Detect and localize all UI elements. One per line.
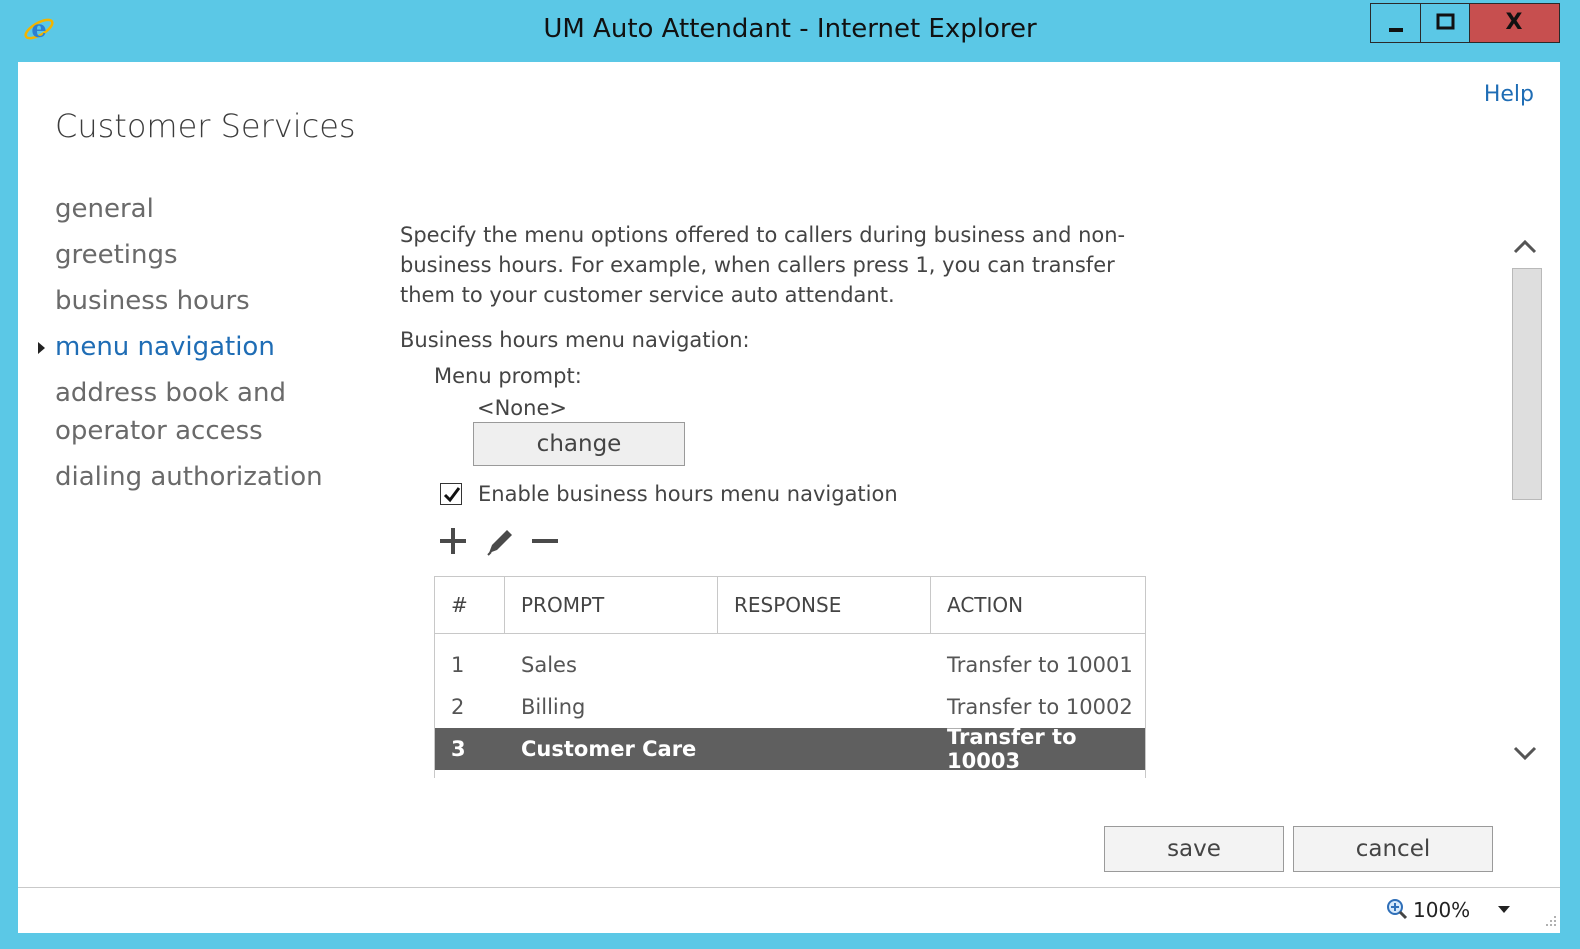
caret-down-icon bbox=[1498, 906, 1510, 913]
cancel-button[interactable]: cancel bbox=[1293, 826, 1493, 872]
cell-action: Transfer to 10003 bbox=[947, 725, 1077, 773]
column-header-prompt[interactable]: PROMPT bbox=[505, 577, 718, 633]
cell-number: 3 bbox=[451, 737, 466, 761]
nav-item-menu-navigation[interactable]: menu navigation bbox=[38, 328, 375, 366]
maximize-icon bbox=[1436, 13, 1455, 30]
close-button[interactable]: X bbox=[1470, 3, 1560, 43]
menu-prompt-value: <None> bbox=[477, 396, 567, 420]
enable-navigation-label: Enable business hours menu navigation bbox=[478, 482, 898, 506]
table-body: 1 Sales Transfer to 10001 2 Billing Tran… bbox=[435, 634, 1145, 773]
minimize-button[interactable] bbox=[1370, 3, 1420, 43]
scrollbar-thumb[interactable] bbox=[1512, 268, 1542, 500]
pencil-icon bbox=[487, 530, 512, 556]
table-header: # PROMPT RESPONSE ACTION bbox=[435, 577, 1145, 634]
nav-item-dialing-authorization[interactable]: dialing authorization bbox=[55, 458, 375, 496]
minus-icon bbox=[532, 539, 558, 543]
enable-navigation-row: Enable business hours menu navigation bbox=[440, 482, 1160, 506]
grid-toolbar bbox=[438, 524, 1160, 558]
column-header-number[interactable]: # bbox=[435, 577, 505, 633]
zoom-magnifier-icon bbox=[1387, 899, 1408, 920]
help-link[interactable]: Help bbox=[1484, 82, 1534, 107]
cell-prompt: Customer Care bbox=[521, 737, 697, 761]
checkmark-icon bbox=[443, 487, 461, 503]
page-title: Customer Services bbox=[55, 107, 356, 145]
cell-action: Transfer to 10001 bbox=[947, 653, 1133, 677]
table-row-selected[interactable]: 3 Customer Care Transfer to 10003 bbox=[435, 725, 1145, 773]
window-title: UM Auto Attendant - Internet Explorer bbox=[543, 14, 1037, 44]
zoom-dropdown[interactable] bbox=[1495, 902, 1513, 916]
cell-number: 2 bbox=[451, 695, 465, 719]
cell-number: 1 bbox=[451, 653, 465, 677]
nav-item-general[interactable]: general bbox=[55, 190, 375, 228]
menu-prompt-label: Menu prompt: bbox=[434, 364, 582, 388]
resize-grip-icon[interactable] bbox=[1543, 913, 1557, 927]
sidebar-nav: general greetings business hours menu na… bbox=[38, 190, 375, 504]
column-header-action[interactable]: ACTION bbox=[931, 577, 1145, 633]
status-bar: 100% bbox=[18, 887, 1560, 933]
add-button[interactable] bbox=[438, 524, 468, 558]
zoom-level[interactable]: 100% bbox=[1413, 898, 1470, 922]
remove-button[interactable] bbox=[530, 524, 560, 558]
close-icon: X bbox=[1505, 10, 1523, 35]
selected-arrow-icon bbox=[38, 342, 45, 354]
minimize-icon bbox=[1389, 28, 1403, 32]
title-bar: e UM Auto Attendant - Internet Explorer … bbox=[0, 0, 1580, 62]
cell-prompt: Billing bbox=[521, 695, 586, 719]
maximize-button[interactable] bbox=[1420, 3, 1470, 43]
change-button[interactable]: change bbox=[473, 422, 685, 466]
nav-item-address-book[interactable]: address book and operator access bbox=[55, 374, 295, 450]
save-button[interactable]: save bbox=[1104, 826, 1284, 872]
nav-item-greetings[interactable]: greetings bbox=[55, 236, 375, 274]
description-text: Specify the menu options offered to call… bbox=[400, 223, 1126, 307]
enable-navigation-checkbox[interactable] bbox=[440, 483, 462, 505]
chevron-down-icon bbox=[1513, 746, 1537, 761]
scroll-up-button[interactable] bbox=[1510, 234, 1540, 258]
column-header-response[interactable]: RESPONSE bbox=[718, 577, 931, 633]
nav-item-label: menu navigation bbox=[55, 332, 275, 362]
menu-navigation-table: # PROMPT RESPONSE ACTION 1 Sales Transfe… bbox=[434, 576, 1146, 778]
page-content: Help Customer Services general greetings… bbox=[18, 62, 1560, 887]
cell-action: Transfer to 10002 bbox=[947, 695, 1133, 719]
table-row[interactable]: 1 Sales Transfer to 10001 bbox=[435, 644, 1145, 686]
scroll-down-button[interactable] bbox=[1510, 742, 1540, 766]
nav-item-business-hours[interactable]: business hours bbox=[55, 282, 375, 320]
chevron-up-icon bbox=[1513, 239, 1537, 254]
main-panel: Specify the menu options offered to call… bbox=[400, 220, 1160, 778]
section-label: Business hours menu navigation: bbox=[400, 328, 750, 352]
table-row[interactable]: 2 Billing Transfer to 10002 bbox=[435, 686, 1145, 728]
plus-icon bbox=[440, 528, 466, 554]
edit-button[interactable] bbox=[484, 524, 514, 558]
cell-prompt: Sales bbox=[521, 653, 577, 677]
